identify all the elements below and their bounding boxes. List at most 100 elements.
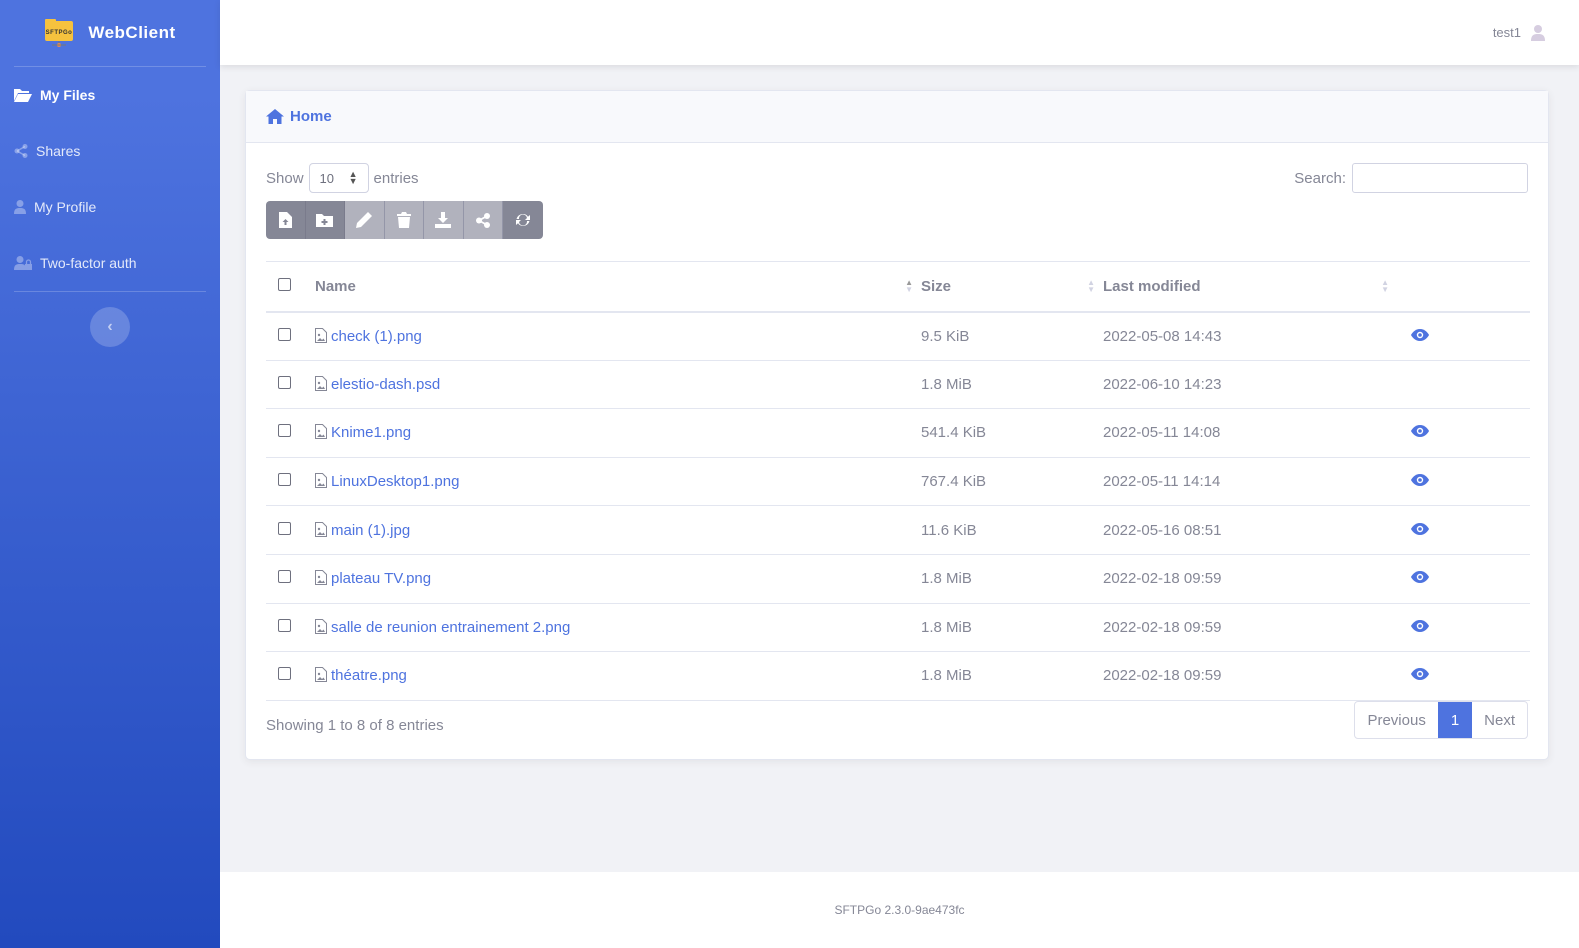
select-all-header [266, 261, 315, 313]
share-button[interactable] [463, 201, 503, 239]
table-row[interactable]: Knime1.png 541.4 KiB 2022-05-11 14:08 [266, 408, 1530, 458]
previous-button[interactable]: Previous [1355, 702, 1437, 738]
name-cell: LinuxDesktop1.png [315, 457, 921, 507]
file-link[interactable]: check (1).png [331, 328, 422, 345]
search-label: Search: [1294, 169, 1346, 187]
select-all-checkbox[interactable] [278, 277, 291, 291]
row-select-cell [266, 554, 315, 604]
sidebar-toggle-button[interactable]: ‹ [90, 307, 130, 347]
share-icon [14, 144, 28, 158]
modified-cell: 2022-02-18 09:59 [1103, 554, 1397, 604]
column-size[interactable]: Size ▲ ▼ [921, 261, 1103, 313]
row-checkbox[interactable] [278, 473, 291, 487]
sidebar-item-my-files[interactable]: My Files [0, 67, 220, 123]
files-card: Home Show 10 ▲ ▼ entries Search: Name ▲ ▼ Si… [245, 90, 1549, 760]
file-link[interactable]: Knime1.png [331, 424, 411, 441]
download-button[interactable] [424, 201, 464, 239]
sidebar-item-two-factor-auth[interactable]: Two-factor auth [0, 235, 220, 291]
search: Search: [1294, 163, 1528, 193]
entries-value: 10 [319, 170, 334, 186]
actions-cell [1397, 603, 1530, 653]
actions-cell [1397, 457, 1530, 507]
next-button[interactable]: Next [1472, 702, 1527, 738]
refresh-button[interactable] [503, 201, 543, 239]
file-link[interactable]: théatre.png [331, 667, 407, 684]
sidebar-item-my-profile[interactable]: My Profile [0, 179, 220, 235]
user-avatar-icon[interactable] [1531, 24, 1545, 41]
sidebar-item-label: My Profile [34, 199, 97, 215]
upload-file-icon [278, 212, 292, 228]
add-folder-button[interactable] [305, 201, 345, 239]
table-row[interactable]: check (1).png 9.5 KiB 2022-05-08 14:43 [266, 311, 1530, 361]
table-row[interactable]: main (1).jpg 11.6 KiB 2022-05-16 08:51 [266, 505, 1530, 555]
table-row[interactable]: théatre.png 1.8 MiB 2022-02-18 09:59 [266, 651, 1530, 701]
column-name[interactable]: Name ▲ ▼ [315, 261, 921, 313]
eye-icon[interactable] [1411, 668, 1429, 681]
file-image-icon [315, 375, 327, 391]
table-row[interactable]: salle de reunion entrainement 2.png 1.8 … [266, 603, 1530, 653]
eye-icon[interactable] [1411, 522, 1429, 535]
add-folder-icon [316, 213, 334, 227]
modified-cell: 2022-06-10 14:23 [1103, 360, 1397, 410]
eye-icon[interactable] [1411, 328, 1429, 341]
modified-cell: 2022-05-16 08:51 [1103, 505, 1397, 555]
pagination: Previous 1 Next [1354, 701, 1528, 739]
file-image-icon [315, 521, 327, 537]
file-link[interactable]: elestio-dash.psd [331, 376, 440, 393]
actions-cell [1397, 311, 1530, 361]
eye-icon[interactable] [1411, 619, 1429, 632]
eye-icon[interactable] [1411, 425, 1429, 438]
page-1-button[interactable]: 1 [1437, 702, 1473, 738]
row-checkbox[interactable] [278, 327, 291, 341]
breadcrumb-home[interactable]: Home [290, 108, 332, 125]
table-row[interactable]: LinuxDesktop1.png 767.4 KiB 2022-05-11 1… [266, 457, 1530, 507]
sort-asc-icon: ▲ ▼ [905, 278, 913, 294]
size-cell: 1.8 MiB [921, 360, 1103, 410]
table-header-row: Name ▲ ▼ Size ▲ ▼ Last modified ▲ ▼ [266, 261, 1530, 313]
size-cell: 541.4 KiB [921, 408, 1103, 458]
table-row[interactable]: elestio-dash.psd 1.8 MiB 2022-06-10 14:2… [266, 360, 1530, 410]
delete-button[interactable] [384, 201, 424, 239]
topbar: test1 [220, 0, 1579, 65]
size-cell: 1.8 MiB [921, 603, 1103, 653]
sidebar-item-label: My Files [40, 87, 96, 103]
sidebar-item-shares[interactable]: Shares [0, 123, 220, 179]
sort-icon: ▲ ▼ [1087, 278, 1095, 294]
modified-cell: 2022-05-08 14:43 [1103, 311, 1397, 361]
row-checkbox[interactable] [278, 667, 291, 681]
eye-icon[interactable] [1411, 571, 1429, 584]
brand[interactable]: SFTPGo WebClient [0, 0, 220, 66]
show-label: Show [266, 169, 304, 187]
row-select-cell [266, 505, 315, 555]
column-last-modified[interactable]: Last modified ▲ ▼ [1103, 261, 1397, 313]
row-checkbox[interactable] [278, 570, 291, 584]
file-image-icon [315, 473, 327, 489]
username[interactable]: test1 [1493, 25, 1521, 40]
entries-select[interactable]: 10 ▲ ▼ [308, 163, 369, 193]
home-icon [266, 109, 284, 124]
actions-cell [1397, 360, 1530, 410]
search-input[interactable] [1352, 163, 1528, 193]
file-link[interactable]: plateau TV.png [331, 570, 431, 587]
row-checkbox[interactable] [278, 375, 291, 389]
name-cell: elestio-dash.psd [315, 360, 921, 410]
row-checkbox[interactable] [278, 424, 291, 438]
files-table: Name ▲ ▼ Size ▲ ▼ Last modified ▲ ▼ check (1).… [266, 261, 1530, 701]
entries-length: Show 10 ▲ ▼ entries [266, 163, 419, 193]
modified-cell: 2022-05-11 14:08 [1103, 408, 1397, 458]
divider [14, 291, 206, 292]
eye-icon[interactable] [1411, 474, 1429, 487]
file-link[interactable]: main (1).jpg [331, 522, 410, 539]
sidebar: SFTPGo WebClient My Files Shares My Prof… [0, 0, 220, 948]
sort-icon: ▲ ▼ [348, 169, 358, 186]
file-link[interactable]: LinuxDesktop1.png [331, 473, 459, 490]
upload-file-button[interactable] [266, 201, 306, 239]
table-row[interactable]: plateau TV.png 1.8 MiB 2022-02-18 09:59 [266, 554, 1530, 604]
file-link[interactable]: salle de reunion entrainement 2.png [331, 619, 570, 636]
file-image-icon [315, 570, 327, 586]
sidebar-item-label: Two-factor auth [40, 255, 137, 271]
row-checkbox[interactable] [278, 618, 291, 632]
row-checkbox[interactable] [278, 521, 291, 535]
brand-name: WebClient [88, 23, 176, 42]
rename-button[interactable] [345, 201, 385, 239]
